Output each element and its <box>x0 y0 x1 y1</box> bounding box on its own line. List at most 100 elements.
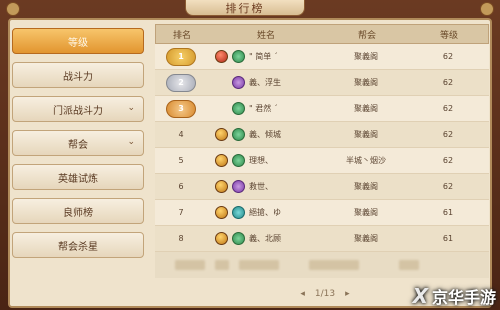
sidebar-item-label: 等级 <box>68 37 88 49</box>
header-name: 姓名 <box>256 30 275 41</box>
next-page-button[interactable]: ▸ <box>345 289 350 299</box>
blurred-text <box>309 260 359 270</box>
rank-cell: 8 <box>178 234 184 243</box>
guild-cell: 聚義阁 <box>354 182 378 191</box>
guild-cell: 聚義阁 <box>354 234 378 243</box>
table-row[interactable]: 3 " 君然 ´ 聚義阁 62 <box>155 96 489 122</box>
sect-emblem-icon <box>232 154 245 167</box>
sidebar-item-label: 良师榜 <box>63 207 93 219</box>
sect-emblem-icon <box>232 206 245 219</box>
blurred-text <box>399 260 419 270</box>
table-row[interactable]: 7 絕搶、ゆ 聚義阁 61 <box>155 200 489 226</box>
guild-cell: 聚義阁 <box>354 208 378 217</box>
table-row[interactable]: 2 義、浮生 聚義阁 62 <box>155 70 489 96</box>
bronze-medal-icon: 3 <box>166 99 196 118</box>
rank-cell: 7 <box>178 208 184 217</box>
name-cell: 義、浮生 <box>207 76 323 89</box>
blurred-text <box>239 260 279 270</box>
sidebar-item-guild-slayer[interactable]: 帮会杀星 <box>12 232 144 258</box>
player-name: 理想、 <box>249 156 273 165</box>
avatar-icon <box>215 180 228 193</box>
table-row[interactable]: 4 義、倾城 聚義阁 62 <box>155 122 489 148</box>
own-rank-row-blurred <box>155 252 489 278</box>
player-name: 義、浮生 <box>249 78 281 87</box>
name-cell: 絕搶、ゆ <box>207 206 323 219</box>
level-cell: 62 <box>442 52 454 61</box>
table-row[interactable]: 5 理想、 半城丶烟沙 62 <box>155 148 489 174</box>
rank-cell: 4 <box>178 130 184 139</box>
sidebar-item-level[interactable]: 等级 <box>12 28 144 54</box>
sidebar-item-combat-power[interactable]: 战斗力 <box>12 62 144 88</box>
level-cell: 61 <box>442 234 454 243</box>
sidebar-item-mentor[interactable]: 良师榜 <box>12 198 144 224</box>
watermark-logo: X <box>412 284 428 308</box>
avatar-placeholder <box>215 76 228 89</box>
sidebar-item-label: 战斗力 <box>63 71 93 83</box>
sidebar-item-sect-combat-power[interactable]: 门派战斗力 ⌄ <box>12 96 144 122</box>
level-cell: 62 <box>442 78 454 87</box>
level-cell: 62 <box>442 156 454 165</box>
header-guild: 帮会 <box>357 30 376 41</box>
level-cell: 62 <box>442 182 454 191</box>
name-cell: 救世、 <box>207 180 323 193</box>
name-cell: 理想、 <box>207 154 323 167</box>
sect-emblem-icon <box>232 50 245 63</box>
guild-cell: 聚義阁 <box>354 52 378 61</box>
level-cell: 61 <box>442 208 454 217</box>
blurred-text <box>175 260 205 270</box>
chevron-down-icon: ⌄ <box>127 103 135 113</box>
header-level: 等级 <box>439 30 458 41</box>
sect-emblem-icon <box>232 180 245 193</box>
sidebar-item-guild[interactable]: 帮会 ⌄ <box>12 130 144 156</box>
prev-page-button[interactable]: ◂ <box>300 289 305 299</box>
table-row[interactable]: 6 救世、 聚義阁 62 <box>155 174 489 200</box>
player-name: 義、倾城 <box>249 130 281 139</box>
guild-cell: 聚義阁 <box>354 104 378 113</box>
name-cell: 義、倾城 <box>207 128 323 141</box>
level-cell: 62 <box>442 104 454 113</box>
table-row[interactable]: 8 義、北顾 聚義阁 61 <box>155 226 489 252</box>
page-indicator: 1/13 <box>314 289 336 299</box>
table-row[interactable]: 1 " 简单 ´ 聚義阁 62 <box>155 44 489 70</box>
player-name: " 君然 ´ <box>249 104 278 113</box>
header-rank: 排名 <box>172 30 191 41</box>
sidebar-item-label: 英雄试炼 <box>58 173 98 185</box>
pagination: ◂ 1/13 ▸ <box>270 286 380 302</box>
blurred-icon <box>215 260 229 270</box>
sidebar-item-label: 门派战斗力 <box>53 105 103 117</box>
avatar-placeholder <box>215 102 228 115</box>
category-sidebar: 等级 战斗力 门派战斗力 ⌄ 帮会 ⌄ 英雄试炼 良师榜 帮会杀星 <box>12 28 144 266</box>
avatar-icon <box>215 154 228 167</box>
name-cell: " 君然 ´ <box>207 102 323 115</box>
rank-cell: 3 <box>155 99 207 118</box>
table-body: 1 " 简单 ´ 聚義阁 62 2 義、浮生 聚義阁 62 3 " 君然 ´ 聚義阁 62 4 義、倾城聚… <box>155 44 489 252</box>
sidebar-item-hero-trial[interactable]: 英雄试炼 <box>12 164 144 190</box>
rank-cell: 2 <box>155 73 207 92</box>
player-name: 義、北顾 <box>249 234 281 243</box>
level-cell: 62 <box>442 130 454 139</box>
corner-ornament-right <box>480 2 494 16</box>
rank-cell: 5 <box>178 156 184 165</box>
player-name: 救世、 <box>249 182 273 191</box>
sidebar-item-label: 帮会 <box>68 139 88 151</box>
watermark-text: 京华手游 <box>431 288 496 307</box>
corner-ornament-left <box>6 2 20 16</box>
name-cell: 義、北顾 <box>207 232 323 245</box>
sect-emblem-icon <box>232 102 245 115</box>
sect-emblem-icon <box>232 232 245 245</box>
guild-cell: 聚義阁 <box>354 130 378 139</box>
gold-medal-icon: 1 <box>166 47 196 66</box>
guild-cell: 聚義阁 <box>354 78 378 87</box>
player-name: " 简单 ´ <box>249 52 278 61</box>
rank-cell: 1 <box>155 47 207 66</box>
avatar-icon <box>215 50 228 63</box>
ranking-table: 排名 姓名 帮会 等级 1 " 简单 ´ 聚義阁 62 2 義、浮生 聚義阁 62 3 " 君然 … <box>155 24 489 280</box>
silver-medal-icon: 2 <box>166 73 196 92</box>
site-watermark: X 京华手游 <box>413 284 496 308</box>
avatar-icon <box>215 232 228 245</box>
table-header: 排名 姓名 帮会 等级 <box>155 24 489 44</box>
chevron-down-icon: ⌄ <box>127 137 135 147</box>
window-title: 排行榜 <box>185 0 305 16</box>
rank-cell: 6 <box>178 182 184 191</box>
player-name: 絕搶、ゆ <box>249 208 281 217</box>
